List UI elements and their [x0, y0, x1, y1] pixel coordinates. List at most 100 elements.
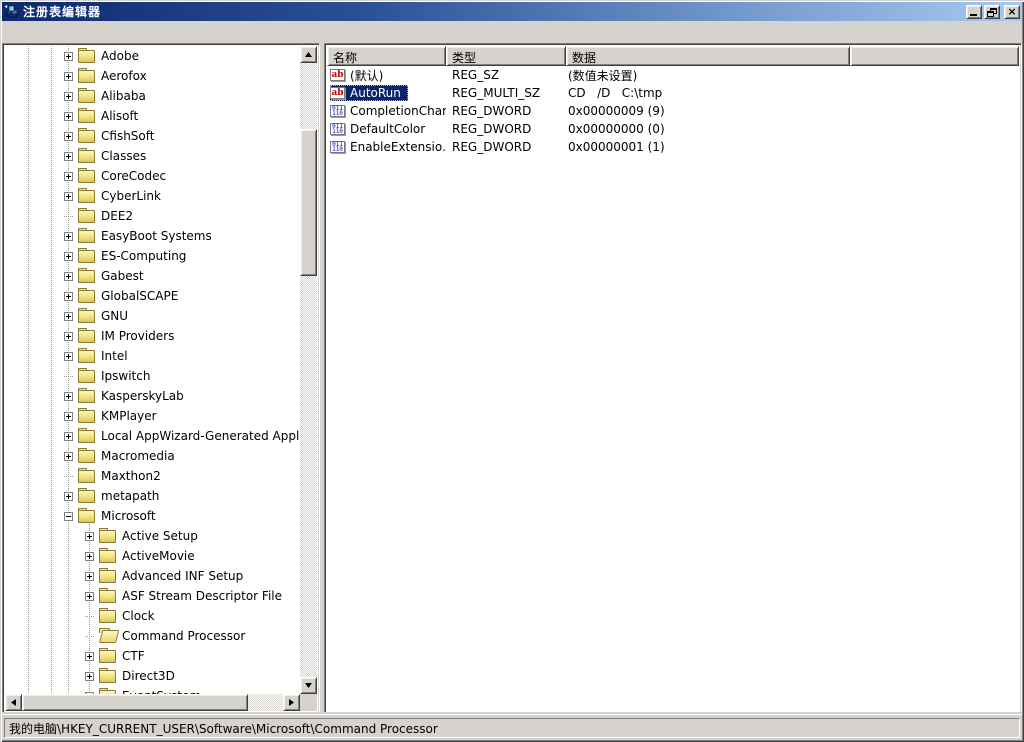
tree-node[interactable]: CoreCodec: [5, 166, 300, 186]
tree-node[interactable]: Local AppWizard-Generated Appli: [5, 426, 300, 446]
tree-node[interactable]: GNU: [5, 306, 300, 326]
value-name[interactable]: CompletionChar: [349, 103, 446, 119]
scroll-track[interactable]: [300, 63, 317, 677]
expand-toggle-icon[interactable]: [85, 672, 94, 681]
scroll-up-button[interactable]: [300, 46, 317, 63]
tree-node-label[interactable]: KasperskyLab: [99, 388, 186, 404]
value-name-cell[interactable]: ab 011 110 AutoRun: [327, 85, 446, 101]
expand-toggle-icon[interactable]: [64, 252, 73, 261]
tree-node-label[interactable]: Classes: [99, 148, 148, 164]
expand-toggle-icon[interactable]: [64, 492, 73, 501]
value-name-cell[interactable]: ab 011 110 (默认): [327, 66, 446, 85]
tree-node[interactable]: Intel: [5, 346, 300, 366]
tree-node-label[interactable]: Clock: [120, 608, 157, 624]
tree-node[interactable]: KasperskyLab: [5, 386, 300, 406]
column-header-data[interactable]: 数据: [566, 46, 850, 66]
tree-node-label[interactable]: GNU: [99, 308, 130, 324]
scroll-track[interactable]: [22, 694, 283, 711]
tree-node-label[interactable]: Adobe: [99, 48, 141, 64]
expand-toggle-icon[interactable]: [64, 52, 73, 61]
tree-node[interactable]: Advanced INF Setup: [5, 566, 300, 586]
tree-node[interactable]: EasyBoot Systems: [5, 226, 300, 246]
tree-node[interactable]: Clock: [5, 606, 300, 626]
expand-toggle-icon[interactable]: [64, 332, 73, 341]
tree-node-label[interactable]: Active Setup: [120, 528, 200, 544]
scroll-thumb[interactable]: [300, 129, 317, 276]
tree-node[interactable]: DEE2: [5, 206, 300, 226]
expand-toggle-icon[interactable]: [64, 452, 73, 461]
tree-node-label[interactable]: ActiveMovie: [120, 548, 197, 564]
tree-node-label[interactable]: CoreCodec: [99, 168, 168, 184]
tree-node-label[interactable]: KMPlayer: [99, 408, 159, 424]
tree-node[interactable]: Alibaba: [5, 86, 300, 106]
tree-node-label[interactable]: ES-Computing: [99, 248, 188, 264]
expand-toggle-icon[interactable]: [64, 216, 73, 217]
tree-node-label[interactable]: Maxthon2: [99, 468, 163, 484]
tree-node[interactable]: Maxthon2: [5, 466, 300, 486]
tree-node-label[interactable]: Direct3D: [120, 668, 177, 684]
tree-node[interactable]: Alisoft: [5, 106, 300, 126]
expand-toggle-icon[interactable]: [64, 292, 73, 301]
expand-toggle-icon[interactable]: [85, 532, 94, 541]
expand-toggle-icon[interactable]: [85, 552, 94, 561]
expand-toggle-icon[interactable]: [85, 652, 94, 661]
value-row[interactable]: ab 011 110 DefaultColor REG_DWORD 0x0000…: [327, 120, 1019, 138]
value-name-cell[interactable]: ab 011 110 EnableExtensio...: [327, 139, 446, 155]
expand-toggle-icon[interactable]: [64, 392, 73, 401]
expand-toggle-icon[interactable]: [64, 512, 73, 521]
expand-toggle-icon[interactable]: [64, 352, 73, 361]
tree-node-label[interactable]: Microsoft: [99, 508, 158, 524]
expand-toggle-icon[interactable]: [85, 636, 94, 637]
tree-node[interactable]: IM Providers: [5, 326, 300, 346]
tree-node-label[interactable]: Macromedia: [99, 448, 177, 464]
expand-toggle-icon[interactable]: [64, 132, 73, 141]
value-name[interactable]: (默认): [349, 66, 384, 85]
tree-node[interactable]: CTF: [5, 646, 300, 666]
scroll-down-button[interactable]: [300, 677, 317, 694]
menu-item[interactable]: [45, 30, 59, 34]
tree-node[interactable]: Active Setup: [5, 526, 300, 546]
tree-node[interactable]: ActiveMovie: [5, 546, 300, 566]
tree-node-label[interactable]: Alisoft: [99, 108, 140, 124]
tree-node-label[interactable]: Local AppWizard-Generated Appli: [99, 428, 300, 444]
tree-node-label[interactable]: Advanced INF Setup: [120, 568, 245, 584]
expand-toggle-icon[interactable]: [64, 232, 73, 241]
tree-node[interactable]: Macromedia: [5, 446, 300, 466]
tree-node-label[interactable]: CyberLink: [99, 188, 163, 204]
expand-toggle-icon[interactable]: [64, 172, 73, 181]
scroll-thumb[interactable]: [22, 694, 248, 711]
tree-node-label[interactable]: IM Providers: [99, 328, 176, 344]
regedit-app-icon[interactable]: [4, 4, 20, 20]
value-row[interactable]: ab 011 110 CompletionChar REG_DWORD 0x00…: [327, 102, 1019, 120]
column-header-name[interactable]: 名称: [327, 46, 446, 66]
expand-toggle-icon[interactable]: [64, 192, 73, 201]
tree-node-label[interactable]: DEE2: [99, 208, 135, 224]
tree-node[interactable]: Aerofox: [5, 66, 300, 86]
tree-node-label[interactable]: Ipswitch: [99, 368, 152, 384]
tree-node-label[interactable]: EasyBoot Systems: [99, 228, 214, 244]
tree-node[interactable]: Command Processor: [5, 626, 300, 646]
expand-toggle-icon[interactable]: [64, 312, 73, 321]
tree-node[interactable]: Direct3D: [5, 666, 300, 686]
tree-node-label[interactable]: CfishSoft: [99, 128, 156, 144]
value-row[interactable]: ab 011 110 AutoRun REG_MULTI_SZ CD /D C:…: [327, 84, 1019, 102]
expand-toggle-icon[interactable]: [64, 272, 73, 281]
expand-toggle-icon[interactable]: [64, 112, 73, 121]
restore-button[interactable]: [984, 5, 1000, 19]
value-row[interactable]: ab 011 110 EnableExtensio... REG_DWORD 0…: [327, 138, 1019, 156]
expand-toggle-icon[interactable]: [64, 72, 73, 81]
expand-toggle-icon[interactable]: [64, 92, 73, 101]
menu-item[interactable]: [17, 30, 31, 34]
tree-node-label[interactable]: Intel: [99, 348, 130, 364]
expand-toggle-icon[interactable]: [64, 476, 73, 477]
value-name[interactable]: EnableExtensio...: [349, 139, 446, 155]
scroll-left-button[interactable]: [5, 694, 22, 711]
close-button[interactable]: ×: [1004, 5, 1020, 19]
tree-node[interactable]: Ipswitch: [5, 366, 300, 386]
title-bar[interactable]: 注册表编辑器 ×: [2, 2, 1022, 21]
tree-node[interactable]: metapath: [5, 486, 300, 506]
menu-item[interactable]: [31, 30, 45, 34]
tree-node-label[interactable]: metapath: [99, 488, 161, 504]
expand-toggle-icon[interactable]: [64, 376, 73, 377]
tree-node[interactable]: GlobalSCAPE: [5, 286, 300, 306]
